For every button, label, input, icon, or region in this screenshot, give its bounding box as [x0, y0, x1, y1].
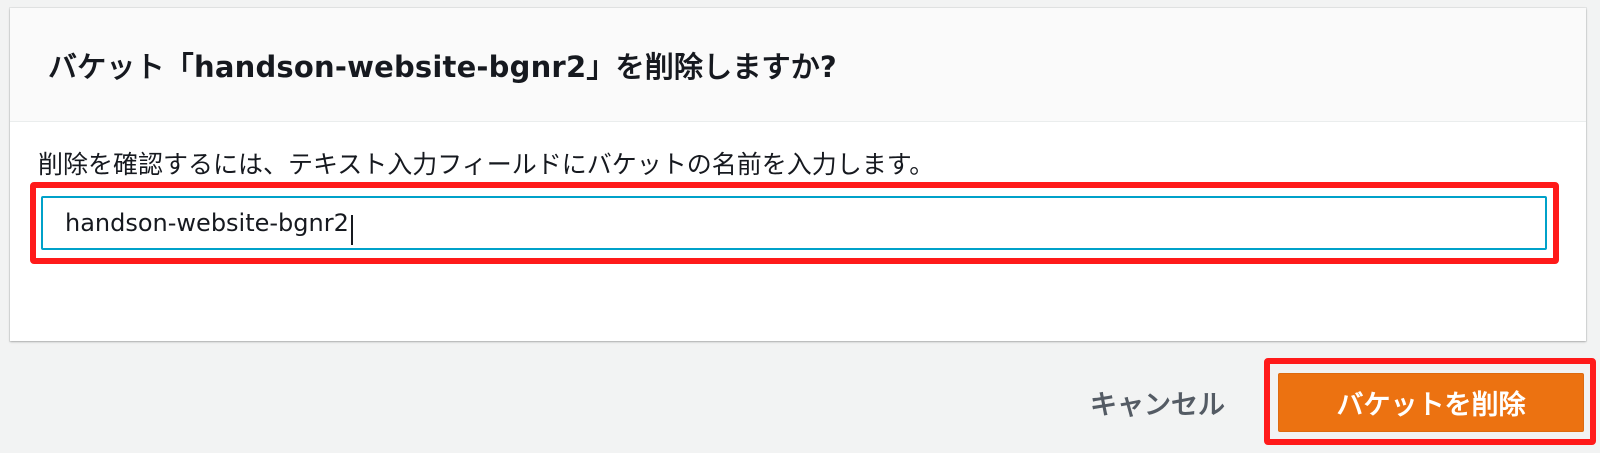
text-caret	[350, 215, 353, 245]
bucket-name-confirm-input[interactable]	[41, 196, 1547, 250]
dialog-header: バケット「handson-website-bgnr2」を削除しますか?	[10, 8, 1586, 122]
cancel-button[interactable]: キャンセル	[1090, 383, 1225, 422]
delete-bucket-button[interactable]: バケットを削除	[1278, 373, 1584, 432]
dialog-title: バケット「handson-website-bgnr2」を削除しますか?	[48, 49, 837, 84]
confirm-instruction: 削除を確認するには、テキスト入力フィールドにバケットの名前を入力します。	[38, 150, 935, 179]
